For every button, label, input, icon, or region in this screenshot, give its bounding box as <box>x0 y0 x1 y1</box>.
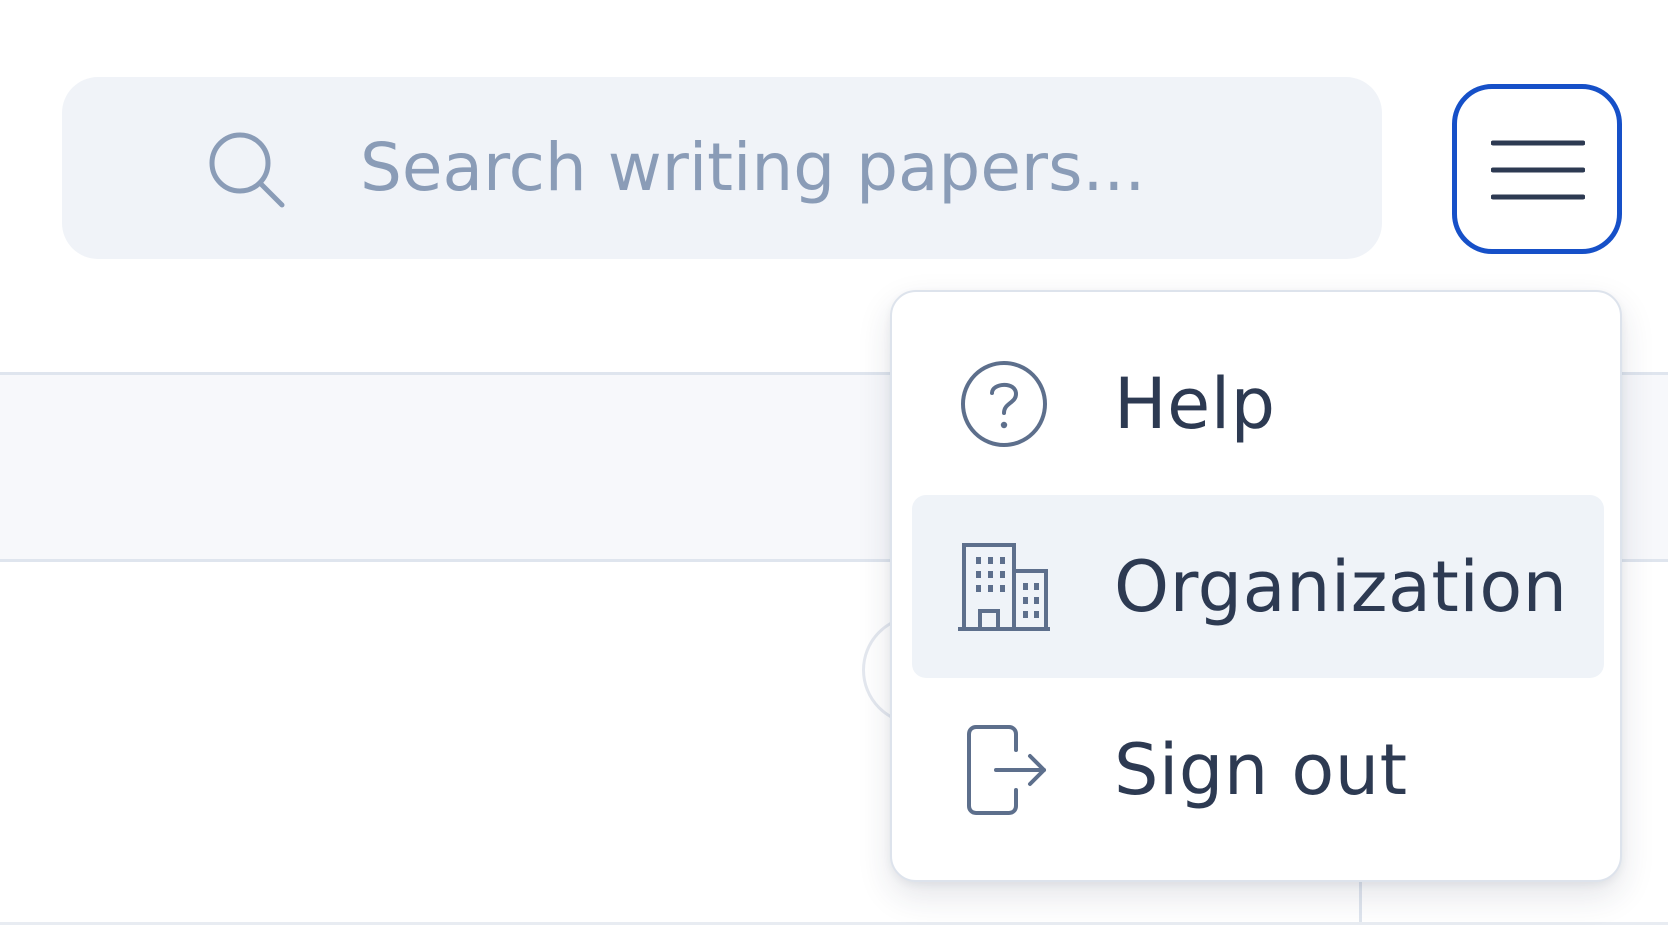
menu-item-help[interactable]: Help <box>912 312 1604 495</box>
menu-button[interactable] <box>1452 84 1622 254</box>
menu-item-label: Help <box>1114 362 1276 445</box>
menu-item-sign-out[interactable]: Sign out <box>912 678 1604 861</box>
menu-item-label: Organization <box>1114 545 1568 628</box>
search-input[interactable] <box>360 107 1360 227</box>
help-circle-icon <box>961 360 1047 447</box>
search-icon <box>209 132 285 208</box>
sign-out-icon <box>967 724 1046 815</box>
menu-item-label: Sign out <box>1114 728 1408 811</box>
user-dropdown-menu: Help Organization Sign out <box>890 290 1622 882</box>
hamburger-icon <box>1491 140 1585 200</box>
page: Help <box>0 0 1668 925</box>
menu-item-organization[interactable]: Organization <box>912 495 1604 678</box>
building-icon <box>958 542 1050 631</box>
search-bar[interactable] <box>62 77 1382 259</box>
